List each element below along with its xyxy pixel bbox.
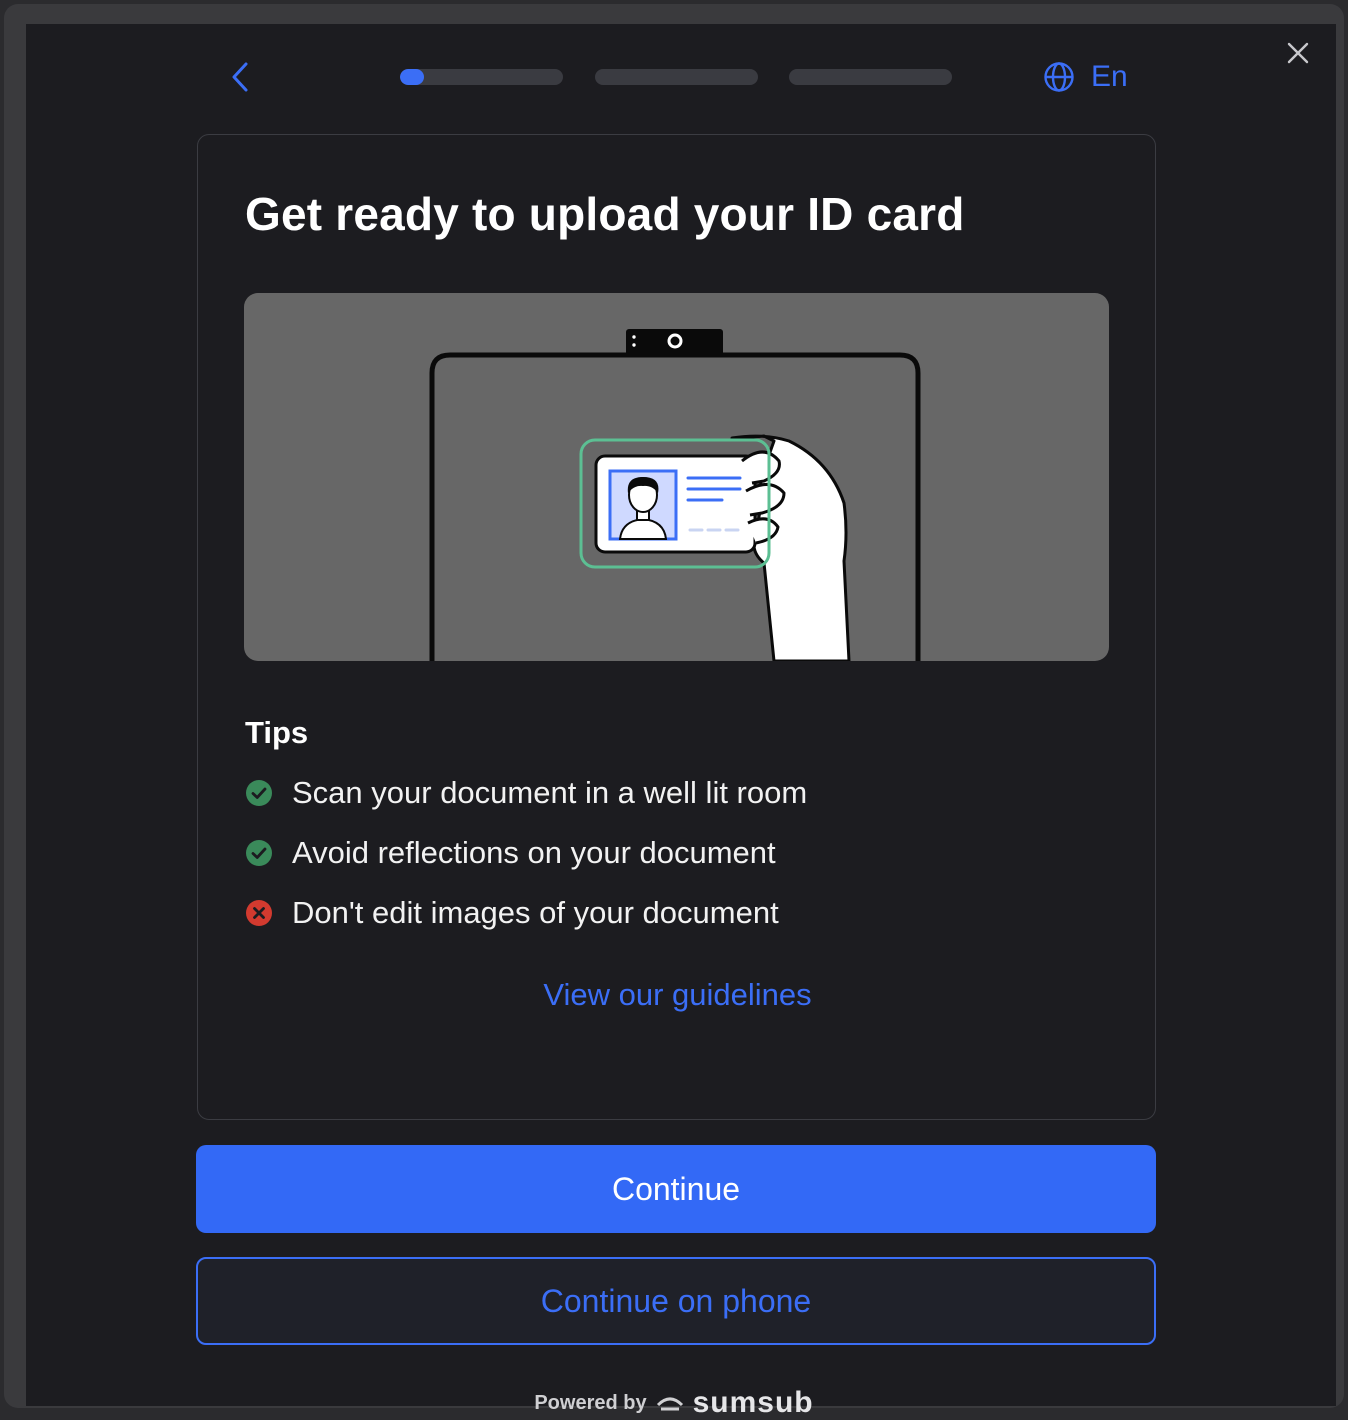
progress-step-1 xyxy=(400,69,563,85)
language-selector[interactable]: En xyxy=(1043,58,1128,96)
sumsub-logo-icon xyxy=(656,1397,683,1411)
view-guidelines-link[interactable]: View our guidelines xyxy=(198,977,1157,1013)
close-button[interactable] xyxy=(1286,41,1310,65)
tip-item: Don't edit images of your document xyxy=(245,895,779,931)
powered-by-label: Powered by xyxy=(534,1391,647,1414)
progress-step-2 xyxy=(595,69,758,85)
tip-item: Avoid reflections on your document xyxy=(245,835,776,871)
x-circle-icon xyxy=(246,900,272,926)
tip-text: Avoid reflections on your document xyxy=(292,835,776,870)
close-icon xyxy=(1287,42,1309,64)
brand-name: sumsub xyxy=(692,1386,814,1419)
tip-text: Scan your document in a well lit room xyxy=(292,775,808,810)
continue-button[interactable]: Continue xyxy=(196,1145,1156,1233)
tips-heading: Tips xyxy=(245,715,309,750)
progress-step-1-fill xyxy=(400,69,425,85)
tip-item: Scan your document in a well lit room xyxy=(245,775,807,811)
globe-icon xyxy=(1044,62,1074,92)
chevron-left-icon xyxy=(232,62,248,92)
language-label: En xyxy=(1091,60,1128,93)
back-button[interactable] xyxy=(226,60,256,94)
check-circle-icon xyxy=(246,780,272,806)
instructions-card: Get ready to upload your ID card Tips Sc… xyxy=(197,134,1156,1120)
progress-step-3 xyxy=(789,69,952,85)
id-card-illustration xyxy=(244,293,1109,661)
check-circle-icon xyxy=(246,840,272,866)
continue-on-phone-button[interactable]: Continue on phone xyxy=(196,1257,1156,1345)
tip-text: Don't edit images of your document xyxy=(292,895,779,930)
powered-by-footer: Powered by sumsub xyxy=(0,1386,1348,1420)
page-title: Get ready to upload your ID card xyxy=(245,188,965,240)
